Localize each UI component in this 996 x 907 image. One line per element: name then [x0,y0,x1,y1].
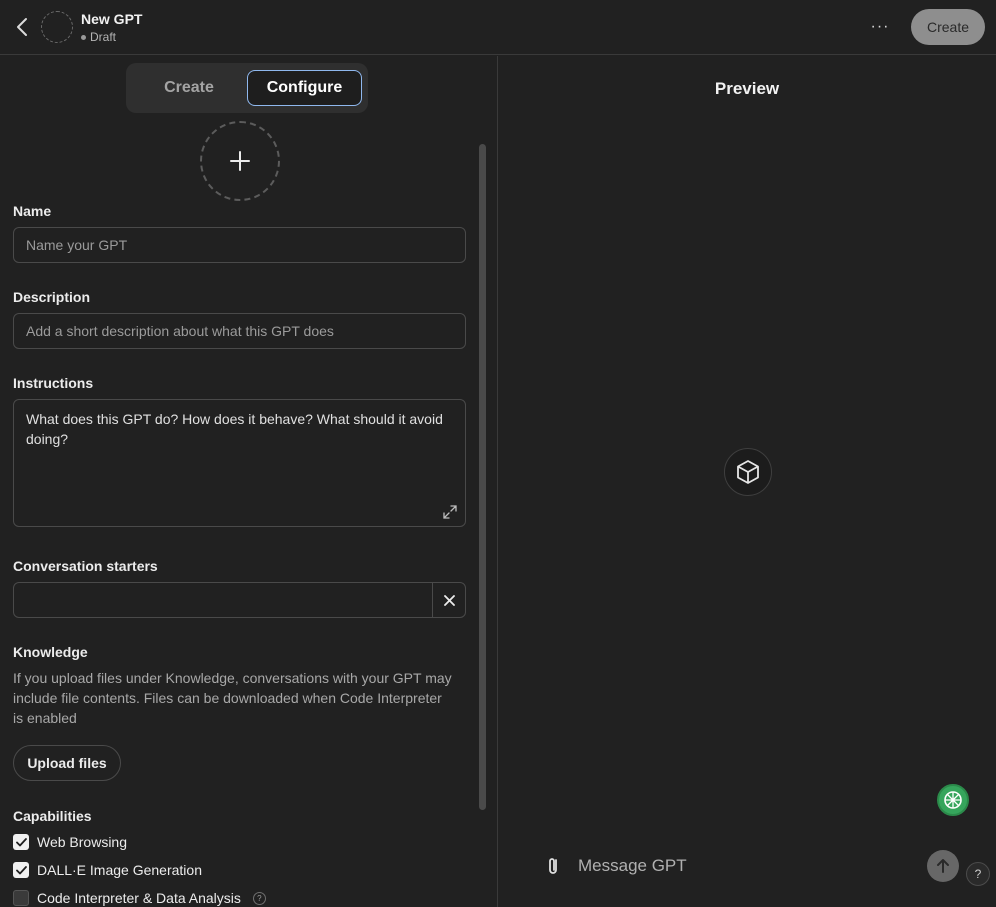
status-text: Draft [90,30,117,44]
instructions-label: Instructions [13,375,94,391]
top-bar: New GPT Draft ··· Create [0,0,996,55]
capability-web-browsing[interactable]: Web Browsing [13,834,127,850]
close-icon [443,594,455,606]
instructions-textarea[interactable] [13,399,466,527]
check-icon [15,837,27,846]
starter-input[interactable] [14,583,432,617]
knowledge-description: If you upload files under Knowledge, con… [13,670,452,726]
plus-icon [230,151,250,171]
tab-create[interactable]: Create [131,70,247,106]
tab-configure[interactable]: Configure [247,70,362,106]
help-button[interactable]: ? [966,862,990,886]
name-input[interactable] [13,227,466,263]
chevron-left-icon [17,18,27,36]
upload-files-button[interactable]: Upload files [13,745,121,781]
capability-label: Web Browsing [37,834,128,850]
help-icon[interactable]: ? [252,891,266,905]
status-dot [81,34,86,40]
gpt-avatar [41,11,73,43]
checkbox-checked[interactable] [13,834,29,850]
send-button[interactable] [927,850,959,882]
paperclip-icon[interactable] [543,855,565,877]
left-scrollbar[interactable] [479,144,486,810]
capability-code-interpreter[interactable]: Code Interpreter & Data Analysis ? [13,890,266,906]
capability-label: DALL·E Image Generation [37,862,202,878]
cube-icon [724,448,772,496]
back-button[interactable] [10,15,34,39]
knowledge-label: Knowledge [13,644,88,660]
more-options-button[interactable]: ··· [866,14,894,40]
checkbox-checked[interactable] [13,862,29,878]
capability-dalle[interactable]: DALL·E Image Generation [13,862,202,878]
expand-icon[interactable] [441,503,459,521]
message-input[interactable] [572,850,912,882]
check-icon [15,865,27,874]
status-badge: Draft [81,30,116,44]
capability-label: Code Interpreter & Data Analysis [37,890,241,906]
create-button[interactable]: Create [911,9,985,45]
description-label: Description [13,289,91,305]
description-input[interactable] [13,313,466,349]
preview-title: Preview [714,79,780,98]
starters-label: Conversation starters [13,558,158,574]
arrow-up-icon [937,859,949,873]
checkbox-unchecked[interactable] [13,890,29,906]
name-label: Name [13,203,52,219]
panel-divider [497,56,498,907]
gpt-title: New GPT [81,11,143,27]
remove-starter-button[interactable] [433,583,465,617]
extension-badge-icon[interactable] [937,784,969,816]
capabilities-label: Capabilities [13,808,92,824]
add-avatar-button[interactable] [200,121,280,201]
